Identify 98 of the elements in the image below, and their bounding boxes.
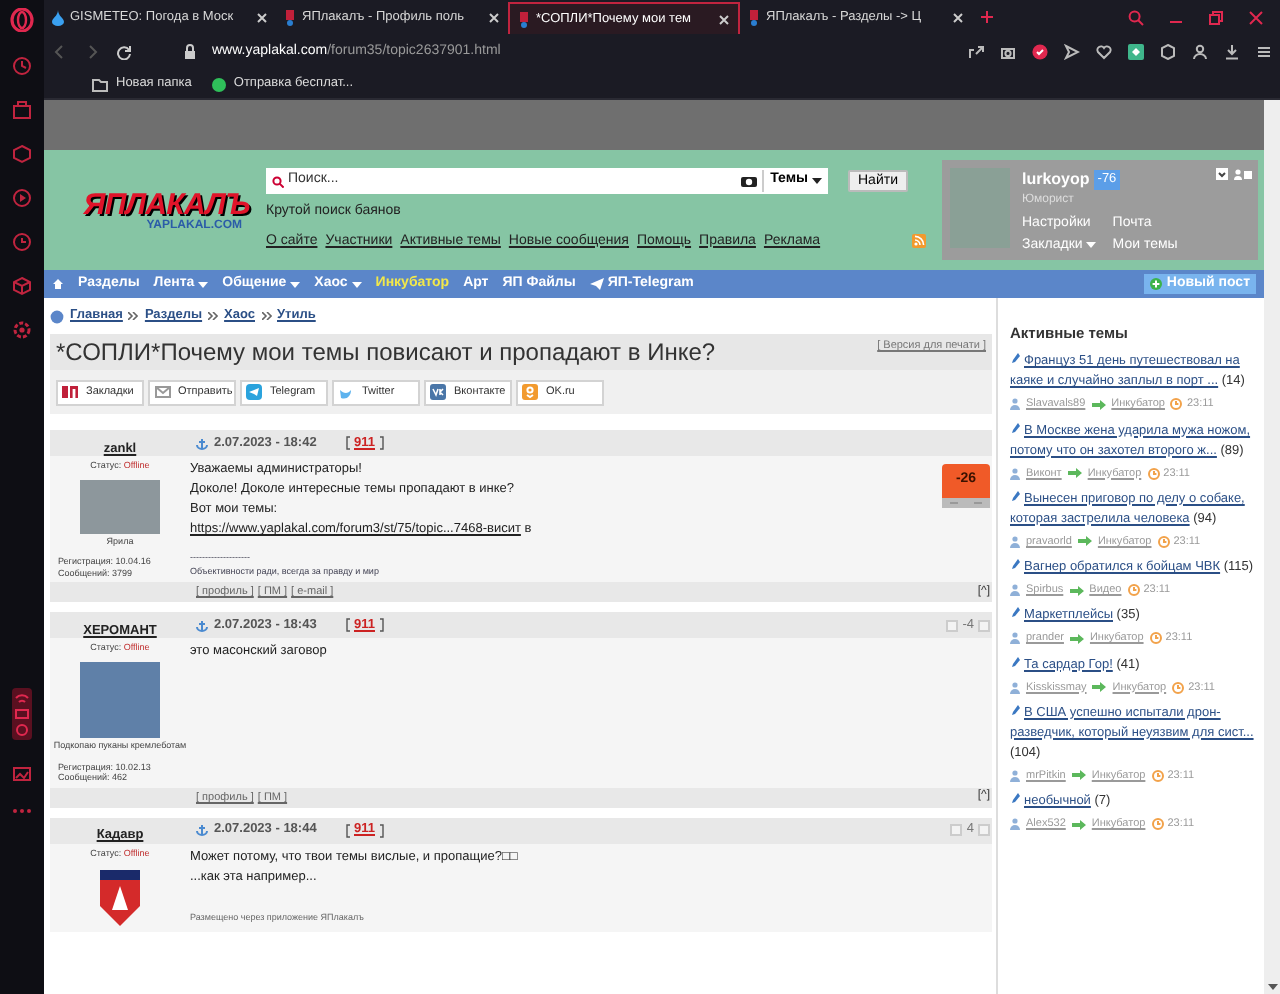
image-icon[interactable] [12,764,32,784]
arrow-icon [1071,770,1086,781]
home-icon[interactable] [52,278,64,290]
avatar-placeholder [80,662,160,739]
pin-icon [1010,655,1020,667]
clock-icon[interactable] [12,56,32,76]
restore-icon[interactable] [1208,9,1224,25]
pin-icon [1010,558,1020,570]
forward-icon[interactable] [84,44,100,60]
plus-icon [1150,278,1163,290]
clock-icon [1157,535,1170,548]
clock-icon [1147,467,1160,480]
paper-plane-icon [589,278,604,290]
user-icon [1010,632,1020,645]
scrollbar[interactable] [1264,100,1280,994]
history-icon[interactable] [12,232,32,252]
pin-icon [1010,792,1020,804]
camera-icon[interactable] [740,174,759,188]
caret-icon [351,281,362,287]
arrow-icon [1067,468,1082,479]
plus-icon[interactable] [980,10,994,24]
anchor-icon [196,619,208,632]
globe-icon [50,309,64,323]
site-favicon-icon [284,10,296,26]
lock-icon [184,44,196,60]
close-icon[interactable] [488,12,500,24]
arrow-icon [1091,399,1106,410]
extension-icon[interactable] [1128,44,1144,60]
chevron-icon [261,312,271,320]
ok-icon [522,384,540,400]
clock-icon [1127,584,1140,597]
briefcase-icon[interactable] [12,100,32,120]
search-icon[interactable] [1128,9,1144,25]
caret-icon [290,281,301,287]
download-icon[interactable] [1216,168,1228,180]
download-icon[interactable] [1224,44,1240,60]
menu-icon[interactable] [1256,44,1272,60]
arrow-icon [1077,536,1092,547]
gear-icon[interactable] [12,320,32,340]
pin-icon [1010,606,1020,619]
play-icon[interactable] [12,188,32,208]
avatar-placeholder [80,479,160,534]
heart-icon[interactable] [1096,44,1112,60]
twitter-icon [338,384,356,400]
search-icon [272,175,284,187]
clock-icon [1151,818,1164,831]
user-icon [1010,769,1020,782]
user-icon [1010,467,1020,480]
user-icon [1010,584,1020,597]
share-icon[interactable] [968,44,984,60]
close-icon[interactable] [256,12,268,24]
camera-icon[interactable] [1000,44,1016,60]
anchor-icon [196,824,208,837]
telegram-icon [246,384,264,400]
clock-icon [1172,681,1185,694]
pin-icon [1010,352,1020,365]
send-icon[interactable] [1064,44,1080,60]
drop-icon [52,10,64,26]
more-icon[interactable] [12,808,32,814]
caret-icon [812,178,822,184]
rss-icon[interactable] [912,234,926,249]
mail-icon [154,384,172,400]
clock-icon [1151,769,1164,782]
user-icon [1010,681,1020,694]
folder-icon [92,77,108,91]
clock-icon [1170,398,1183,411]
circle-icon [211,77,226,91]
vk-icon [430,384,448,400]
cube-icon[interactable] [1160,44,1176,60]
close-icon[interactable] [952,12,964,24]
package-icon[interactable] [12,144,32,164]
anchor-icon [196,437,208,449]
back-icon[interactable] [52,44,68,60]
topic-title: *СОПЛИ*Почему мои темы повисают и пропадают в Инке? [56,336,716,370]
pin-icon [1010,489,1020,502]
chevron-icon [128,312,139,320]
pin-icon [1010,421,1020,433]
close-icon[interactable] [718,13,730,25]
arrow-icon [1092,682,1107,693]
reload-icon[interactable] [116,44,132,60]
opera-logo-icon[interactable] [10,8,34,32]
pin-icon [1010,703,1020,716]
user-icon [1010,398,1020,411]
caret-icon [1086,242,1097,249]
shield-icon[interactable] [1032,44,1048,60]
user-icon [1010,818,1020,831]
site-favicon-icon [748,10,760,26]
scroll-down-icon[interactable] [1267,984,1277,990]
user-icon [1010,535,1020,548]
yp-icon [62,384,80,400]
arrow-icon [1071,819,1086,830]
profile-icon[interactable] [1192,44,1208,60]
clock-icon [1149,632,1162,645]
site-favicon-icon [518,11,530,27]
caret-icon [198,281,209,287]
arrow-icon [1069,585,1084,596]
chevron-icon [208,312,219,320]
arrow-icon [1069,633,1084,644]
